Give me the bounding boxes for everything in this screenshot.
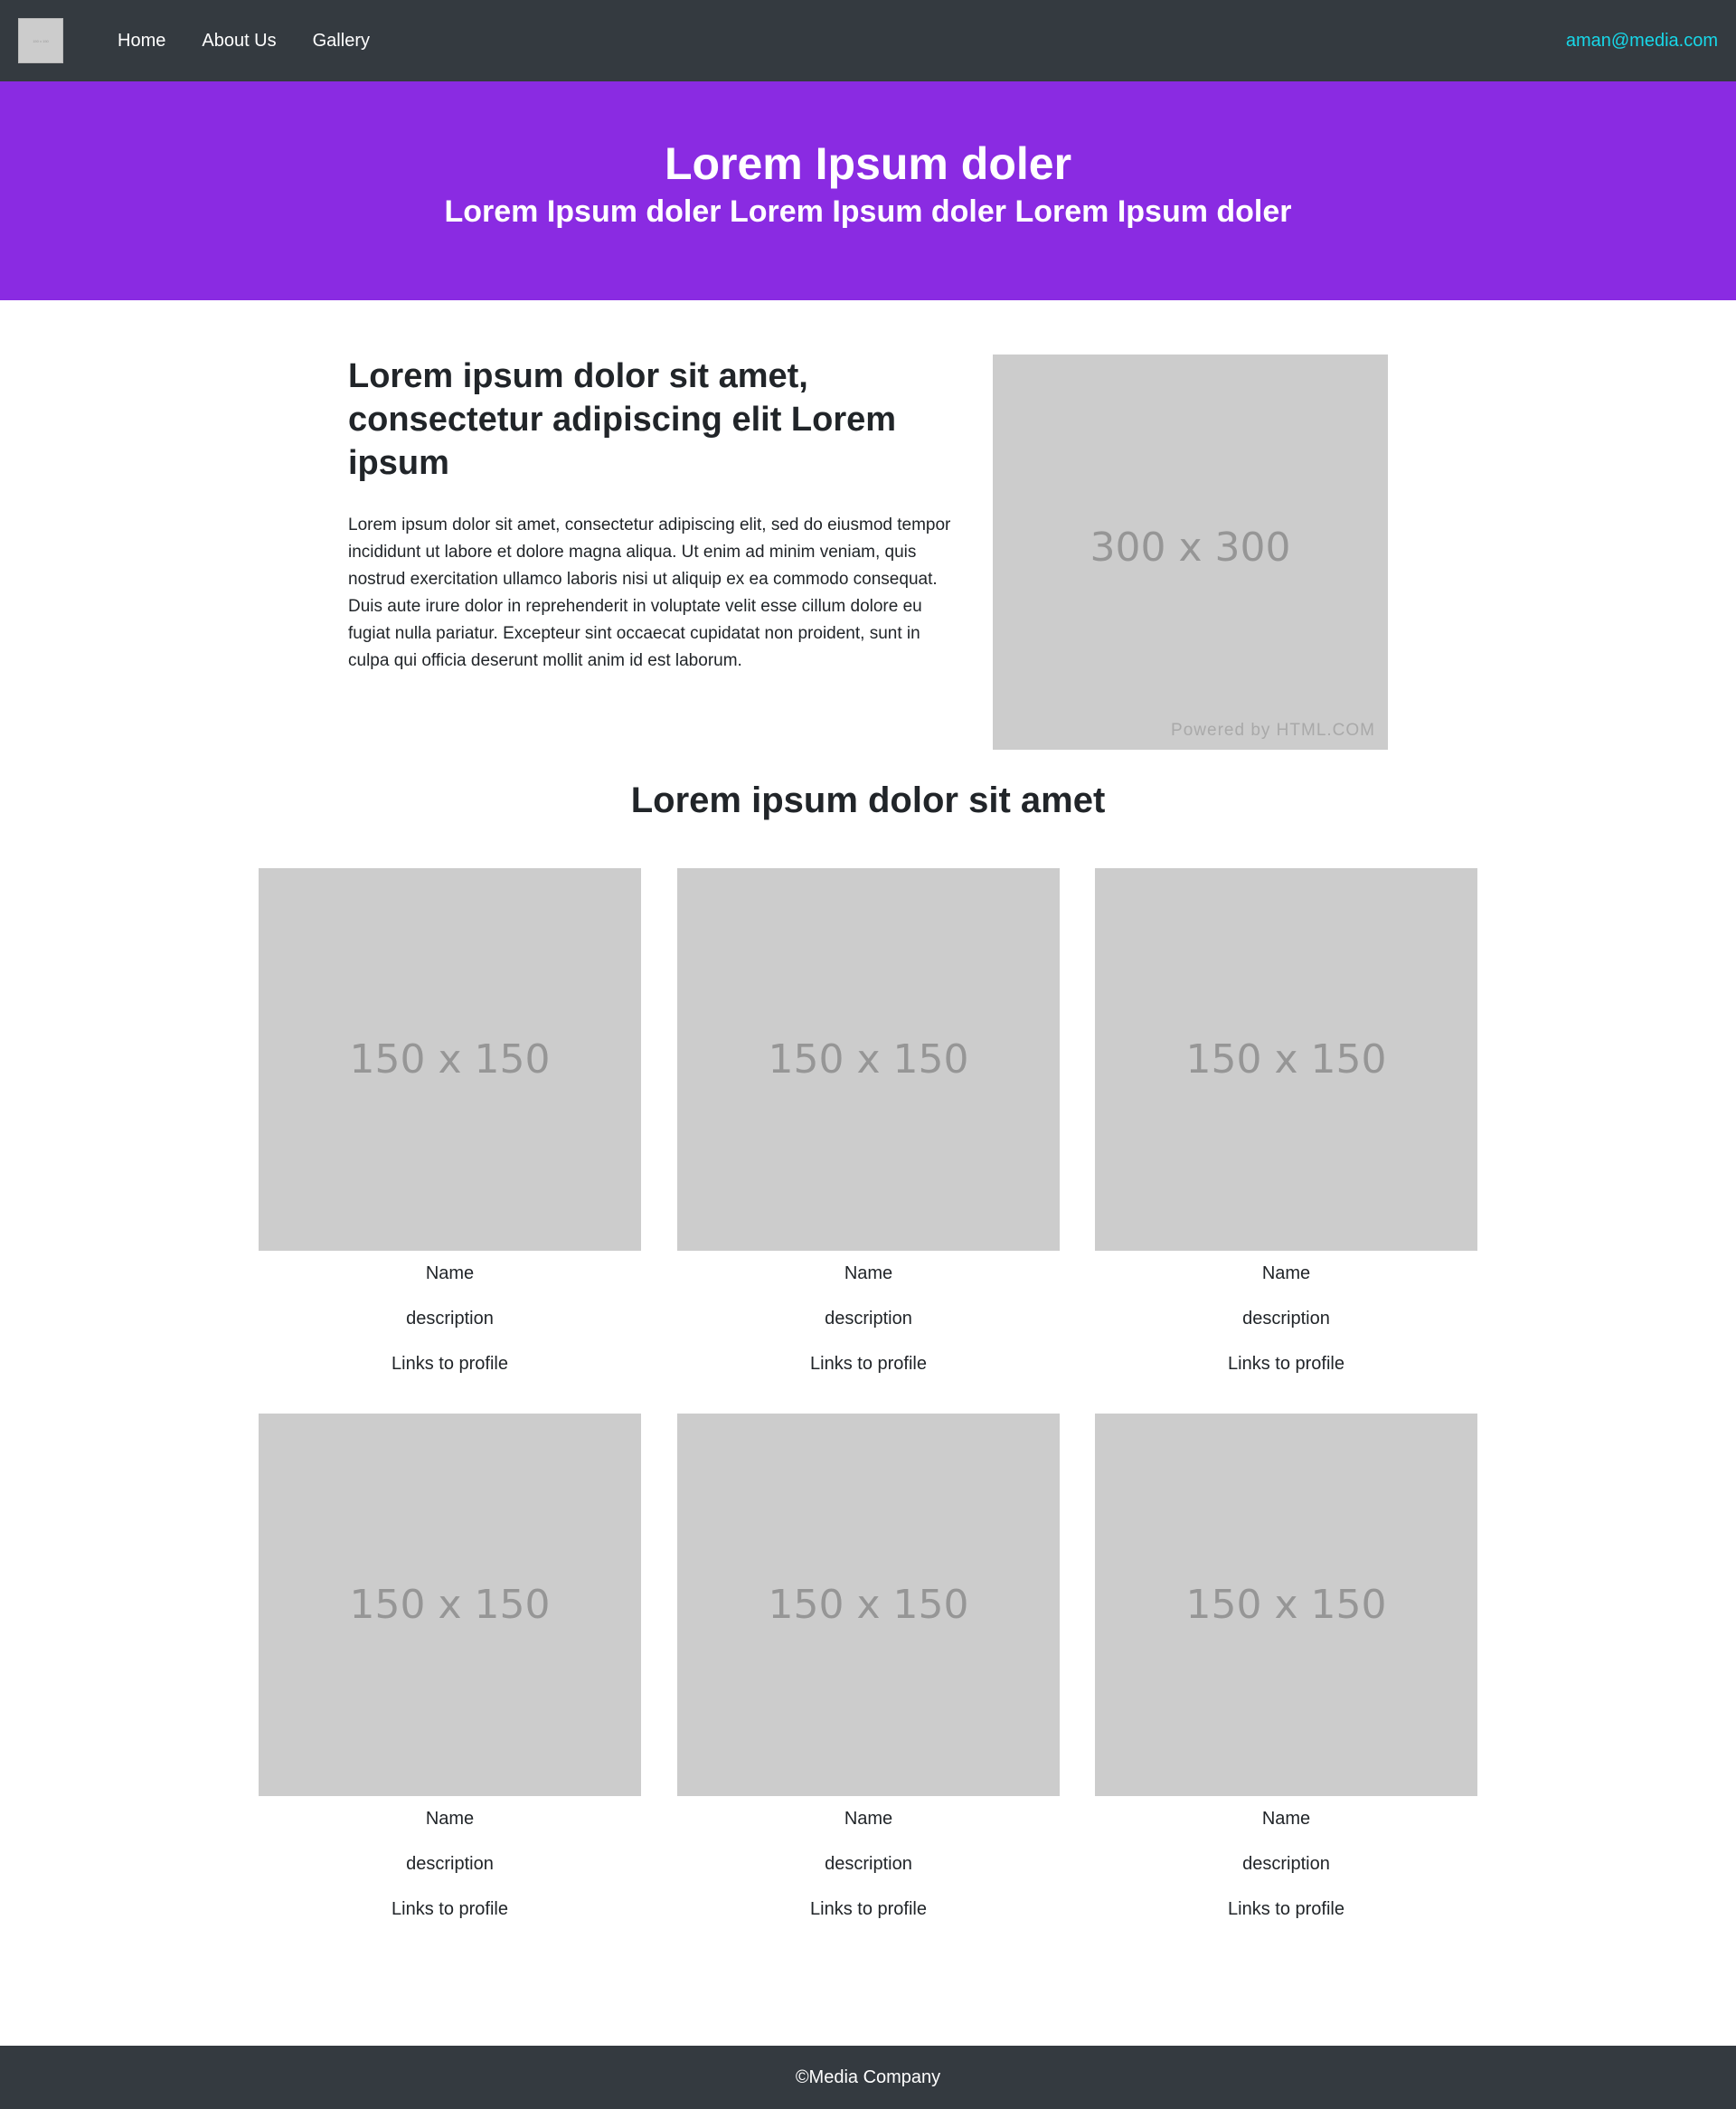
team-card-name: Name [425, 1809, 475, 1829]
intro-image-credit: Powered by HTML.COM [1171, 721, 1375, 740]
team-card-description: description [825, 1309, 912, 1329]
team-card-image: 150 x 150 [677, 868, 1060, 1251]
logo-image[interactable]: 150 x 150 [18, 18, 63, 63]
footer: ©Media Company [0, 2046, 1736, 2109]
team-section: Lorem ipsum dolor sit amet 150 x 150 Nam… [0, 778, 1736, 2019]
email-link[interactable]: aman@media.com [1566, 0, 1718, 81]
footer-copyright: ©Media Company [795, 2066, 941, 2087]
team-card-profile-link[interactable]: Links to profile [259, 1341, 641, 1386]
logo-label: 150 x 150 [33, 38, 49, 43]
intro-image: 300 x 300 Powered by HTML.COM [993, 355, 1388, 750]
team-card-image-label: 150 x 150 [768, 1036, 969, 1083]
nav-link-home[interactable]: Home [118, 31, 165, 52]
team-card-profile-link[interactable]: Links to profile [1095, 1887, 1477, 1932]
team-card-description: description [406, 1854, 494, 1874]
team-card-profile-link[interactable]: Links to profile [677, 1341, 1060, 1386]
team-card-profile-link[interactable]: Links to profile [1095, 1341, 1477, 1386]
team-card-name: Name [425, 1263, 475, 1283]
team-card-description: description [1242, 1854, 1330, 1874]
navbar: 150 x 150 Home About Us Gallery aman@med… [0, 0, 1736, 81]
nav-links: Home About Us Gallery [118, 0, 370, 81]
team-card-profile-link[interactable]: Links to profile [677, 1887, 1060, 1932]
hero-subtitle: Lorem Ipsum doler Lorem Ipsum doler Lore… [444, 194, 1292, 229]
team-card-name: Name [1261, 1809, 1311, 1829]
hero-title: Lorem Ipsum doler [664, 138, 1072, 189]
intro-text: Lorem ipsum dolor sit amet, consectetur … [348, 355, 963, 675]
nav-link-gallery[interactable]: Gallery [313, 31, 370, 52]
team-card: 150 x 150 Name description Links to prof… [259, 1414, 641, 1932]
team-card: 150 x 150 Name description Links to prof… [677, 868, 1060, 1386]
team-card-description: description [406, 1309, 494, 1329]
team-card-image: 150 x 150 [677, 1414, 1060, 1796]
intro-heading: Lorem ipsum dolor sit amet, consectetur … [348, 357, 897, 482]
nav-link-about-us[interactable]: About Us [202, 31, 276, 52]
team-card-name: Name [1261, 1263, 1311, 1283]
team-card-description: description [1242, 1309, 1330, 1329]
team-grid: 150 x 150 Name description Links to prof… [0, 823, 1736, 2019]
intro-body: Lorem ipsum dolor sit amet, consectetur … [348, 515, 951, 670]
team-card-image: 150 x 150 [259, 1414, 641, 1796]
team-card: 150 x 150 Name description Links to prof… [1095, 868, 1477, 1386]
team-heading: Lorem ipsum dolor sit amet [630, 780, 1106, 820]
team-card-image-label: 150 x 150 [349, 1036, 551, 1083]
intro-section: Lorem ipsum dolor sit amet, consectetur … [0, 300, 1736, 778]
team-card-name: Name [844, 1263, 893, 1283]
team-card-image: 150 x 150 [1095, 868, 1477, 1251]
team-card: 150 x 150 Name description Links to prof… [677, 1414, 1060, 1932]
team-card-description: description [825, 1854, 912, 1874]
team-card-image-label: 150 x 150 [1185, 1036, 1387, 1083]
team-card-image-label: 150 x 150 [349, 1582, 551, 1628]
team-card-image: 150 x 150 [259, 868, 641, 1251]
team-card: 150 x 150 Name description Links to prof… [259, 868, 641, 1386]
team-card-image: 150 x 150 [1095, 1414, 1477, 1796]
intro-image-label: 300 x 300 [1090, 525, 1291, 571]
team-card-image-label: 150 x 150 [768, 1582, 969, 1628]
team-card: 150 x 150 Name description Links to prof… [1095, 1414, 1477, 1932]
hero-banner: Lorem Ipsum doler Lorem Ipsum doler Lore… [0, 81, 1736, 300]
team-card-image-label: 150 x 150 [1185, 1582, 1387, 1628]
team-card-name: Name [844, 1809, 893, 1829]
team-card-profile-link[interactable]: Links to profile [259, 1887, 641, 1932]
